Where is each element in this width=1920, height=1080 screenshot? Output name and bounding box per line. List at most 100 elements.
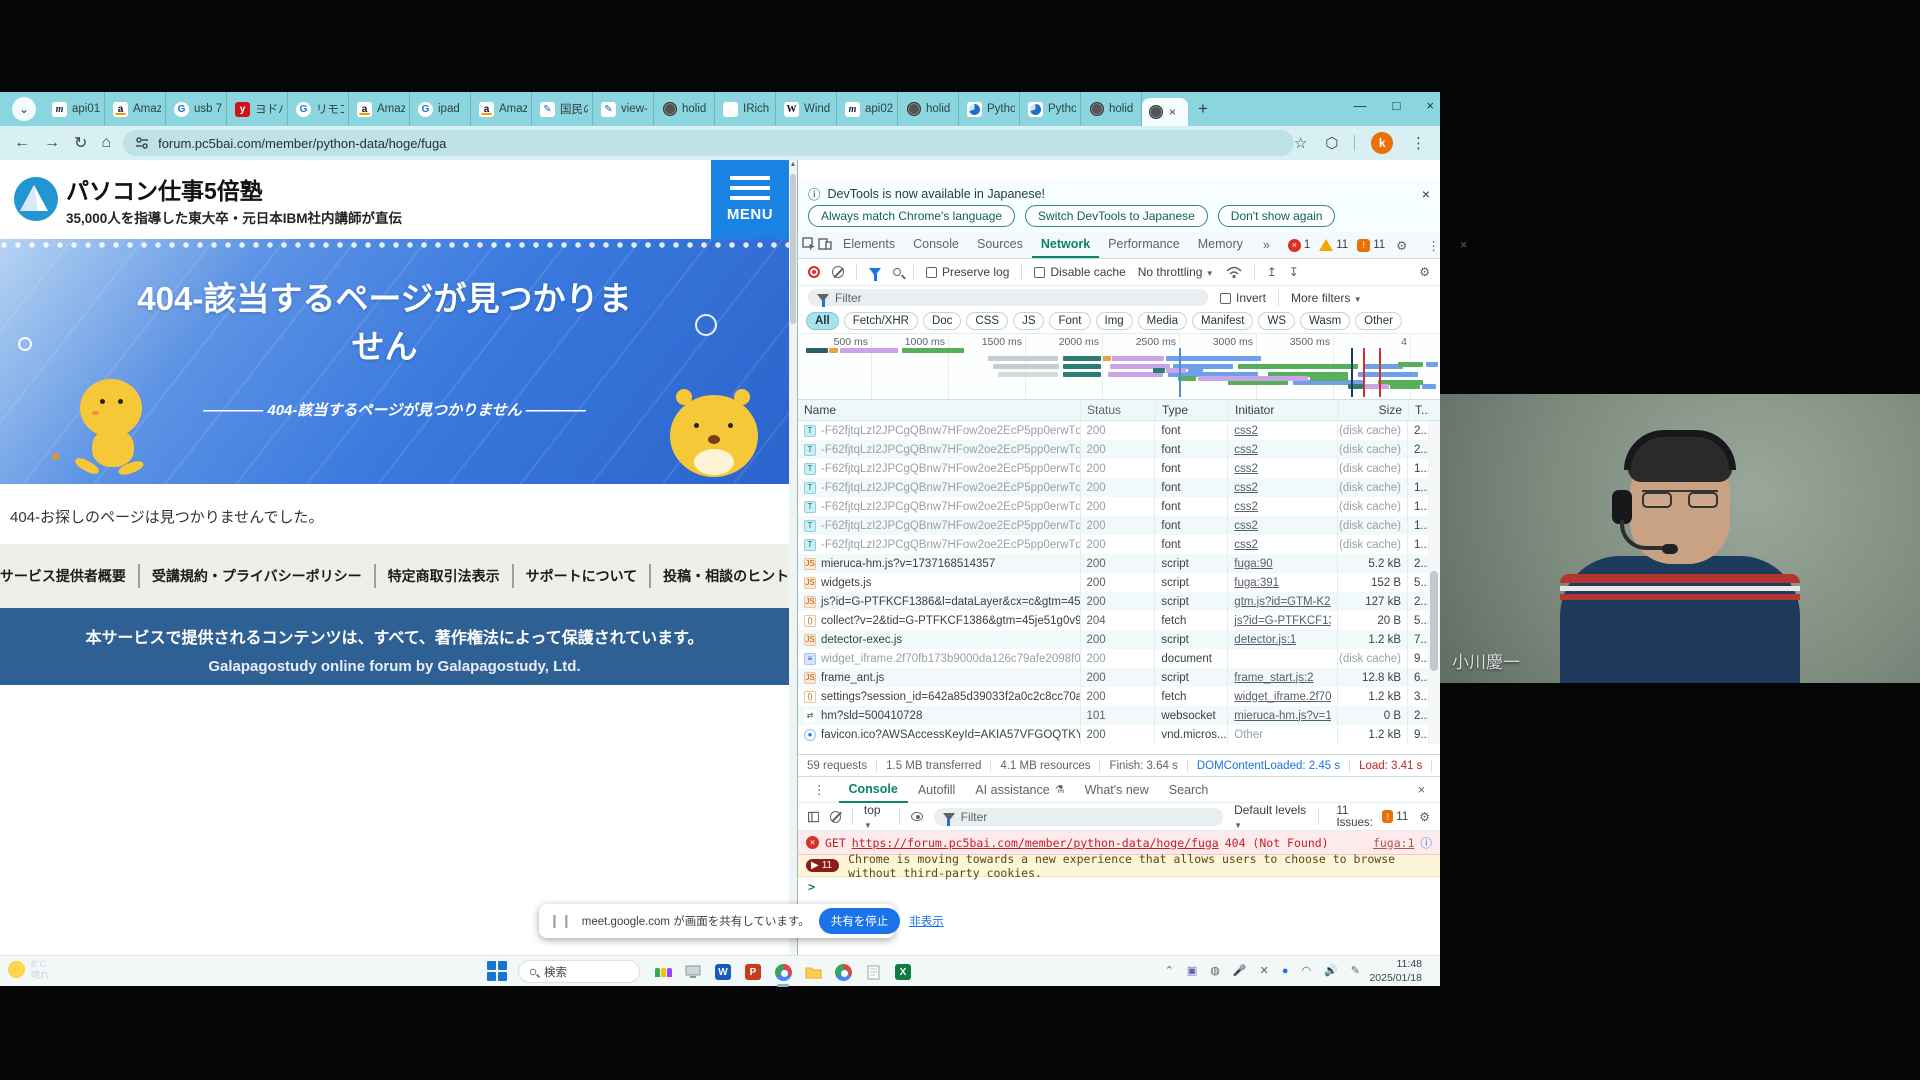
- hide-bar-link[interactable]: 非表示: [909, 913, 944, 929]
- reload-button[interactable]: ↻: [74, 133, 87, 153]
- taskbar-clock[interactable]: 11:48 2025/01/18: [1369, 958, 1422, 985]
- initiator-link[interactable]: fuga:391: [1234, 577, 1279, 589]
- taskbar-search[interactable]: 検索: [518, 960, 640, 983]
- console-issues-badge[interactable]: 11 Issues:!11: [1336, 805, 1408, 829]
- import-har-icon[interactable]: ↥: [1267, 265, 1277, 279]
- site-title[interactable]: パソコン仕事5倍塾: [66, 172, 263, 206]
- browser-tab[interactable]: Gリモコ: [288, 92, 349, 126]
- console-drawer-tab-console[interactable]: Console: [839, 777, 908, 803]
- browser-tab[interactable]: aAmaz: [349, 92, 410, 126]
- initiator-link[interactable]: detector.js:1: [1234, 634, 1296, 646]
- filter-chip-media[interactable]: Media: [1138, 312, 1187, 330]
- inspect-element-icon[interactable]: [802, 237, 816, 254]
- console-drawer-tab-aiassistance[interactable]: AI assistance⚗: [965, 777, 1074, 803]
- browser-tab[interactable]: aAmaz: [105, 92, 166, 126]
- menu-button[interactable]: MENU: [711, 160, 789, 239]
- device-toolbar-icon[interactable]: [818, 237, 832, 254]
- new-tab-button[interactable]: +: [1198, 99, 1208, 119]
- filter-chip-all[interactable]: All: [806, 312, 839, 330]
- throttling-dropdown[interactable]: No throttling ▼: [1138, 265, 1214, 279]
- initiator-link[interactable]: css2: [1234, 539, 1258, 551]
- tab-search-button[interactable]: ⌄: [12, 97, 36, 121]
- network-request-row[interactable]: JSdetector-exec.js200scriptdetector.js:1…: [798, 630, 1428, 649]
- tray-shield-icon[interactable]: ◍: [1210, 964, 1220, 977]
- preserve-log-checkbox[interactable]: Preserve log: [926, 265, 1009, 279]
- taskbar-notepad-icon[interactable]: [862, 961, 884, 983]
- network-request-row[interactable]: T-F62fjtqLzI2JPCgQBnw7HFow2oe2EcP5pp0erw…: [798, 497, 1428, 516]
- console-drawer-tab-autofill[interactable]: Autofill: [908, 777, 966, 803]
- devtools-tab-elements[interactable]: Elements: [834, 232, 904, 258]
- filter-chip-doc[interactable]: Doc: [923, 312, 961, 330]
- more-filters-dropdown[interactable]: More filters ▼: [1291, 291, 1362, 305]
- console-prompt[interactable]: >: [798, 877, 825, 897]
- devtools-tab-sources[interactable]: Sources: [968, 232, 1032, 258]
- taskbar-word-icon[interactable]: W: [712, 961, 734, 983]
- column-header-initiator[interactable]: Initiator: [1229, 400, 1339, 420]
- network-conditions-icon[interactable]: [1226, 266, 1242, 279]
- column-header-status[interactable]: Status: [1081, 400, 1156, 420]
- footer-link[interactable]: 受講規約・プライバシーポリシー: [140, 564, 376, 588]
- console-drawer-tab-whatsnew[interactable]: What's new: [1075, 777, 1159, 803]
- initiator-link[interactable]: widget_iframe.2f70fb1...: [1234, 691, 1331, 703]
- network-request-row[interactable]: T-F62fjtqLzI2JPCgQBnw7HFow2oe2EcP5pp0erw…: [798, 478, 1428, 497]
- filter-chip-css[interactable]: CSS: [966, 312, 1008, 330]
- tray-teams-icon[interactable]: ▣: [1187, 964, 1197, 977]
- network-overview-timeline[interactable]: 500 ms1000 ms1500 ms2000 ms2500 ms3000 m…: [798, 334, 1440, 400]
- warning-group-badge[interactable]: ▶11: [806, 859, 839, 872]
- devtools-tab-network[interactable]: Network: [1032, 232, 1099, 258]
- network-request-row[interactable]: T-F62fjtqLzI2JPCgQBnw7HFow2oe2EcP5pp0erw…: [798, 440, 1428, 459]
- warning-count-badge[interactable]: 11: [1319, 239, 1348, 251]
- banner-button[interactable]: Always match Chrome's language: [808, 205, 1015, 227]
- network-request-row[interactable]: T-F62fjtqLzI2JPCgQBnw7HFow2oe2EcP5pp0erw…: [798, 421, 1428, 440]
- banner-button[interactable]: Don't show again: [1218, 205, 1336, 227]
- site-logo[interactable]: [14, 177, 58, 221]
- export-har-icon[interactable]: ↧: [1289, 265, 1299, 279]
- taskbar-excel-icon[interactable]: X: [892, 961, 914, 983]
- forward-button[interactable]: →: [44, 134, 60, 152]
- extensions-icon[interactable]: ⬡: [1325, 134, 1338, 152]
- network-request-row[interactable]: T-F62fjtqLzI2JPCgQBnw7HFow2oe2EcP5pp0erw…: [798, 516, 1428, 535]
- devtools-kebab-icon[interactable]: ⋮: [1418, 233, 1449, 258]
- initiator-link[interactable]: css2: [1234, 501, 1258, 513]
- tray-wifi-icon[interactable]: ◠: [1301, 964, 1311, 977]
- tray-mic-icon[interactable]: 🎤: [1233, 964, 1247, 977]
- back-button[interactable]: ←: [14, 134, 30, 152]
- network-request-row[interactable]: ●favicon.ico?AWSAccessKeyId=AKIA57VFGOQT…: [798, 725, 1428, 744]
- close-button[interactable]: ×: [1426, 98, 1434, 113]
- network-request-row[interactable]: JSmieruca-hm.js?v=1737168514357200script…: [798, 554, 1428, 573]
- maximize-button[interactable]: □: [1393, 98, 1401, 113]
- filter-chip-ws[interactable]: WS: [1258, 312, 1295, 330]
- browser-tab[interactable]: aAmaz: [471, 92, 532, 126]
- filter-icon[interactable]: [869, 268, 881, 276]
- taskbar-folder-icon[interactable]: [802, 961, 824, 983]
- browser-tab[interactable]: ✎国民の: [532, 92, 593, 126]
- initiator-link[interactable]: gtm.js?id=GTM-K2BCL7D: [1234, 596, 1331, 608]
- profile-avatar[interactable]: k: [1371, 132, 1393, 154]
- tray-pen-icon[interactable]: ✎: [1351, 964, 1360, 977]
- initiator-link[interactable]: css2: [1234, 425, 1258, 437]
- browser-tab[interactable]: holid: [654, 92, 715, 126]
- tray-edge-icon[interactable]: ●: [1282, 965, 1289, 977]
- devtools-close-icon[interactable]: ×: [1451, 233, 1476, 257]
- initiator-link[interactable]: css2: [1234, 463, 1258, 475]
- site-settings-icon[interactable]: [135, 136, 149, 150]
- more-panels-chevron[interactable]: »: [1254, 233, 1279, 257]
- error-info-icon[interactable]: ⓘ: [1421, 835, 1433, 851]
- browser-menu-icon[interactable]: ⋮: [1411, 134, 1426, 152]
- clear-console-icon[interactable]: [830, 811, 841, 823]
- filter-chip-wasm[interactable]: Wasm: [1300, 312, 1350, 330]
- url-text[interactable]: forum.pc5bai.com/member/python-data/hoge…: [158, 136, 446, 151]
- taskbar-monitor-icon[interactable]: [682, 961, 704, 983]
- active-tab[interactable]: ×: [1142, 98, 1188, 126]
- browser-tab[interactable]: holid: [898, 92, 959, 126]
- network-request-row[interactable]: T-F62fjtqLzI2JPCgQBnw7HFow2oe2EcP5pp0erw…: [798, 459, 1428, 478]
- filter-chip-other[interactable]: Other: [1355, 312, 1402, 330]
- clear-network-log-icon[interactable]: [832, 266, 844, 278]
- taskbar-chrome2-icon[interactable]: [832, 961, 854, 983]
- drawer-close-icon[interactable]: ×: [1409, 778, 1434, 802]
- network-filter-input[interactable]: Filter: [808, 289, 1208, 306]
- browser-tab[interactable]: holid: [1081, 92, 1142, 126]
- initiator-link[interactable]: css2: [1234, 520, 1258, 532]
- browser-tab[interactable]: yヨドバ: [227, 92, 288, 126]
- taskbar-meet-people-icon[interactable]: [652, 961, 674, 983]
